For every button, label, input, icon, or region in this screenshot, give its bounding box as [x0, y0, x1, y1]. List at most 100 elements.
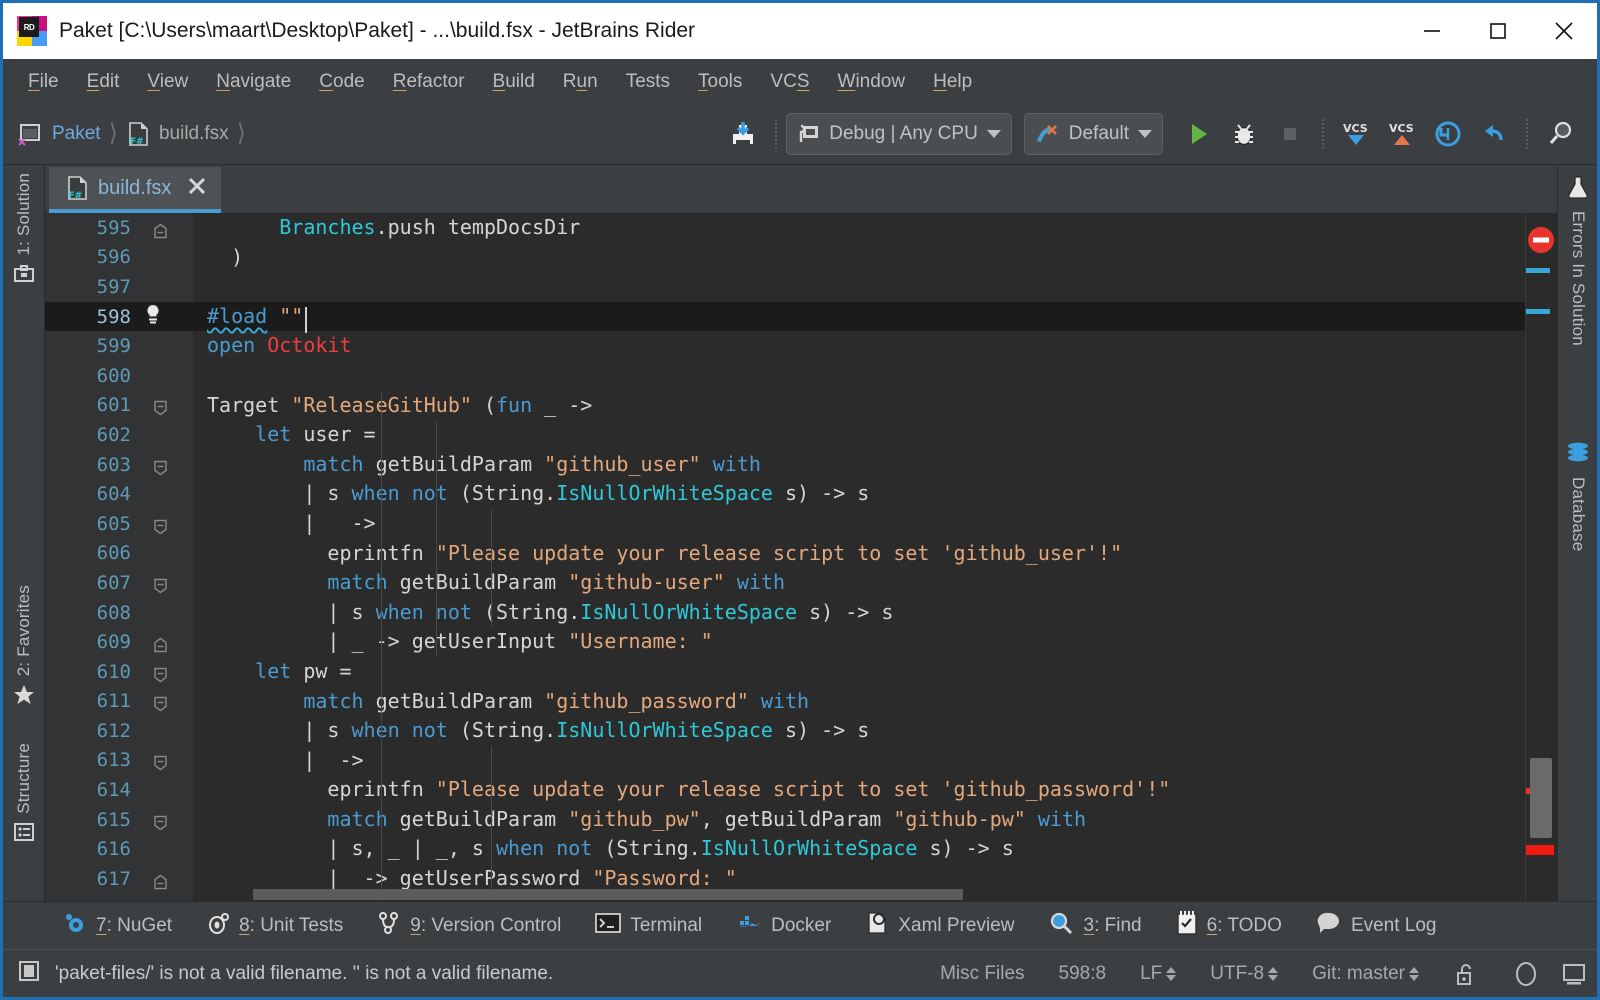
run-configuration-combo[interactable]: Default — [1023, 112, 1163, 155]
code-line-596[interactable]: ) — [193, 243, 1525, 273]
status-caret-position[interactable]: 598:8 — [1059, 963, 1107, 985]
menu-item-tools[interactable]: Tools — [685, 68, 755, 95]
status-line-separator[interactable]: LF — [1140, 963, 1177, 985]
code-line-608[interactable]: | s when not (String.IsNullOrWhiteSpace … — [193, 598, 1525, 628]
tool-window-docker[interactable]: Docker — [736, 912, 831, 939]
line-number-610[interactable]: 610 — [45, 657, 193, 687]
line-number-617[interactable]: 617 — [45, 864, 193, 894]
save-all-button[interactable] — [720, 113, 766, 155]
code-line-603[interactable]: match getBuildParam "github_user" with — [193, 450, 1525, 480]
vcs-commit-button[interactable]: VCS — [1379, 113, 1425, 155]
line-number-611[interactable]: 611 — [45, 687, 193, 717]
error-badge[interactable] — [1524, 223, 1558, 262]
code-line-609[interactable]: | _ -> getUserInput "Username: " — [193, 627, 1525, 657]
tool-window-9-version-control[interactable]: 9: Version Control — [377, 911, 561, 940]
menu-item-tests[interactable]: Tests — [613, 68, 683, 95]
line-number-609[interactable]: 609 — [45, 627, 193, 657]
line-number-603[interactable]: 603 — [45, 450, 193, 480]
code-line-612[interactable]: | s when not (String.IsNullOrWhiteSpace … — [193, 716, 1525, 746]
code-line-597[interactable] — [193, 272, 1525, 302]
fold-start-icon[interactable] — [154, 754, 167, 771]
line-number-602[interactable]: 602 — [45, 420, 193, 450]
sidebar-item-structure[interactable]: Structure — [3, 743, 45, 848]
code-line-605[interactable]: | -> — [193, 509, 1525, 539]
search-everywhere-button[interactable] — [1537, 113, 1583, 155]
code-line-600[interactable] — [193, 361, 1525, 391]
code-line-616[interactable]: | s, _ | _, s when not (String.IsNullOrW… — [193, 834, 1525, 864]
maximize-button[interactable] — [1465, 3, 1531, 59]
tool-window-xaml-preview[interactable]: Xaml Preview — [865, 911, 1014, 940]
menu-item-file[interactable]: File — [15, 68, 72, 95]
code-line-595[interactable]: Branches.push tempDocsDir — [193, 213, 1525, 243]
breadcrumb-file[interactable]: F# build.fsx — [126, 121, 229, 147]
tool-window-3-find[interactable]: 3: Find — [1048, 910, 1142, 941]
line-number-597[interactable]: 597 — [45, 272, 193, 302]
tool-window-terminal[interactable]: Terminal — [595, 912, 702, 939]
inspection-icon[interactable] — [17, 959, 41, 988]
line-number-595[interactable]: 595 — [45, 213, 193, 243]
menu-item-edit[interactable]: Edit — [74, 68, 133, 95]
minimize-button[interactable] — [1399, 3, 1465, 59]
fold-start-icon[interactable] — [154, 813, 167, 831]
code-content[interactable]: Branches.push tempDocsDir ) #load "" open … — [193, 213, 1525, 901]
fold-end-icon[interactable] — [154, 636, 167, 653]
sidebar-item-favorites[interactable]: 2: Favorites — [3, 585, 45, 712]
fold-start-icon[interactable] — [154, 576, 167, 594]
editor-tab-build-fsx[interactable]: F# build.fsx — [49, 167, 222, 213]
fold-start-icon[interactable] — [154, 695, 167, 712]
line-number-608[interactable]: 608 — [45, 598, 193, 628]
code-line-614[interactable]: eprintfn "Please update your release scr… — [193, 775, 1525, 805]
build-configuration-combo[interactable]: Debug | Any CPU — [786, 112, 1012, 155]
line-number-607[interactable]: 607 — [45, 568, 193, 598]
fold-start-icon[interactable] — [154, 517, 167, 535]
undo-button[interactable] — [1471, 113, 1517, 155]
code-line-607[interactable]: match getBuildParam "github-user" with — [193, 568, 1525, 598]
rollback-button[interactable] — [1425, 113, 1471, 155]
menu-item-code[interactable]: Code — [306, 68, 377, 95]
breadcrumb-project[interactable]: Paket — [17, 121, 101, 147]
line-number-599[interactable]: 599 — [45, 331, 193, 361]
code-line-613[interactable]: | -> — [193, 746, 1525, 776]
code-line-602[interactable]: let user = — [193, 420, 1525, 450]
menu-item-build[interactable]: Build — [480, 68, 548, 95]
line-number-612[interactable]: 612 — [45, 716, 193, 746]
code-line-601[interactable]: Target "ReleaseGitHub" (fun _ -> — [193, 391, 1525, 421]
line-number-604[interactable]: 604 — [45, 479, 193, 509]
menu-item-run[interactable]: Run — [550, 68, 611, 95]
marker-line-598[interactable] — [1526, 268, 1550, 273]
tool-window-8-unit-tests[interactable]: 8: Unit Tests — [206, 911, 343, 940]
run-button[interactable] — [1175, 113, 1221, 155]
stripe-thumb[interactable] — [1530, 758, 1552, 838]
menu-item-navigate[interactable]: Navigate — [203, 68, 304, 95]
fold-start-icon[interactable] — [154, 458, 167, 475]
fold-start-icon[interactable] — [154, 665, 167, 683]
intention-bulb-icon[interactable] — [143, 303, 163, 330]
code-line-598[interactable]: #load "" — [193, 301, 1525, 332]
tool-window-event-log[interactable]: Event Log — [1316, 911, 1437, 940]
editor-gutter[interactable]: 595 596 597 598 599 600 601 602 603 604 605 606 607 6… — [45, 213, 193, 901]
line-number-601[interactable]: 601 — [45, 391, 193, 421]
fold-end-icon[interactable] — [154, 221, 167, 238]
line-number-605[interactable]: 605 — [45, 509, 193, 539]
close-icon[interactable] — [186, 175, 208, 202]
tool-window-6-todo[interactable]: 6: TODO — [1176, 910, 1282, 941]
menu-item-help[interactable]: Help — [920, 68, 985, 95]
menu-item-refactor[interactable]: Refactor — [380, 68, 478, 95]
horizontal-scrollbar-thumb[interactable] — [253, 889, 963, 900]
error-stripe[interactable] — [1525, 213, 1557, 901]
vcs-update-button[interactable]: VCS — [1333, 113, 1379, 155]
line-number-616[interactable]: 616 — [45, 834, 193, 864]
status-encoding[interactable]: UTF-8 — [1210, 963, 1279, 985]
sidebar-item-solution[interactable]: 1: Solution — [3, 173, 45, 290]
sidebar-item-errors-in-solution[interactable]: Errors In Solution — [1558, 175, 1598, 346]
fold-start-icon[interactable] — [154, 399, 167, 416]
status-ide-icon[interactable] — [1561, 961, 1587, 987]
status-scope[interactable]: Misc Files — [940, 963, 1024, 985]
status-memory-indicator[interactable] — [1511, 959, 1541, 989]
line-number-615[interactable]: 615 — [45, 805, 193, 835]
status-lock-toggle[interactable] — [1453, 961, 1477, 987]
tool-window-7-nuget[interactable]: 7: NuGet — [63, 911, 172, 940]
code-line-615[interactable]: match getBuildParam "github_pw", getBuil… — [193, 805, 1525, 835]
code-line-604[interactable]: | s when not (String.IsNullOrWhiteSpace … — [193, 479, 1525, 509]
code-line-606[interactable]: eprintfn "Please update your release scr… — [193, 539, 1525, 569]
